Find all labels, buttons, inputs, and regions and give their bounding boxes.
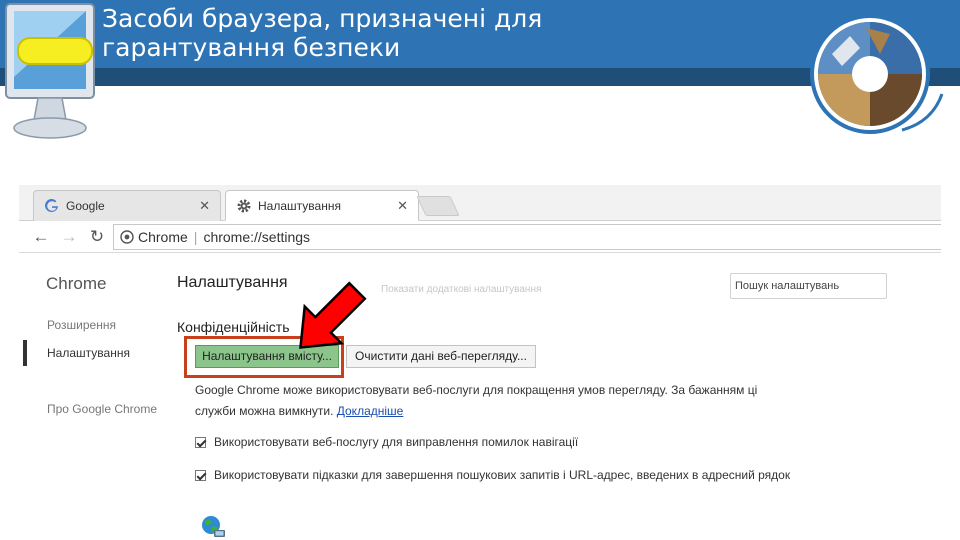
checkbox-label: Використовувати підказки для завершення … <box>214 468 791 482</box>
browser-window: Google ✕ Налаштування ✕ ← → ↻ Chrome | c… <box>19 185 941 540</box>
omnibox-url: chrome://settings <box>203 229 311 245</box>
slide-title-line1: Засоби браузера, призначені для <box>102 4 543 33</box>
settings-search-input[interactable] <box>730 273 887 299</box>
tab-settings[interactable]: Налаштування ✕ <box>225 190 419 221</box>
slide-title: Засоби браузера, призначені для гарантув… <box>102 4 722 62</box>
privacy-description-text: Google Chrome може використовувати веб-п… <box>195 383 758 418</box>
checkbox-label: Використовувати веб-послугу для виправле… <box>214 435 579 449</box>
sidebar-title: Chrome <box>46 274 107 293</box>
reload-icon[interactable]: ↻ <box>87 227 107 247</box>
checkbox-checked[interactable] <box>195 436 206 448</box>
tab-settings-label: Налаштування <box>258 198 341 213</box>
browser-toolbar: ← → ↻ Chrome | chrome://settings <box>19 221 941 253</box>
red-arrow-icon <box>299 281 367 349</box>
privacy-section-title: Конфіденційність <box>177 319 290 335</box>
sidebar-active-indicator <box>23 340 27 366</box>
sidebar-item-extensions[interactable]: Розширення <box>47 318 116 332</box>
page-title: Налаштування <box>177 274 288 291</box>
omnibox-separator: | <box>193 229 198 245</box>
google-g-icon <box>45 199 58 213</box>
omnibox-chrome-label: Chrome <box>138 229 188 245</box>
globe-network-icon <box>202 516 225 537</box>
monitor-logo-icon <box>5 3 95 139</box>
technology-medallion-icon <box>810 14 944 134</box>
checkbox-checked[interactable] <box>195 469 206 481</box>
chrome-page-icon <box>120 230 134 244</box>
address-bar[interactable]: Chrome | chrome://settings <box>113 224 941 250</box>
new-tab-button[interactable] <box>416 196 460 216</box>
tab-close-icon[interactable]: ✕ <box>397 198 408 214</box>
sidebar-item-settings[interactable]: Налаштування <box>47 346 130 360</box>
tab-close-icon[interactable]: ✕ <box>199 198 210 214</box>
tab-strip: Google ✕ Налаштування ✕ <box>19 185 941 221</box>
privacy-description: Google Chrome може використовувати веб-п… <box>195 380 765 422</box>
faded-text: Показати додаткові налаштування <box>381 284 542 295</box>
back-arrow-icon[interactable]: ← <box>31 227 51 247</box>
tab-google-label: Google <box>66 199 105 213</box>
gear-icon <box>237 199 251 212</box>
tab-google[interactable]: Google ✕ <box>33 190 221 221</box>
learn-more-link[interactable]: Докладніше <box>337 404 404 418</box>
checkbox-row-navigation-errors[interactable]: Використовувати веб-послугу для виправле… <box>195 435 578 449</box>
sidebar-item-about[interactable]: Про Google Chrome <box>47 402 157 416</box>
slide-title-line2: гарантування безпеки <box>102 33 401 62</box>
forward-arrow-icon[interactable]: → <box>59 227 79 247</box>
checkbox-row-suggestions[interactable]: Використовувати підказки для завершення … <box>195 468 790 482</box>
